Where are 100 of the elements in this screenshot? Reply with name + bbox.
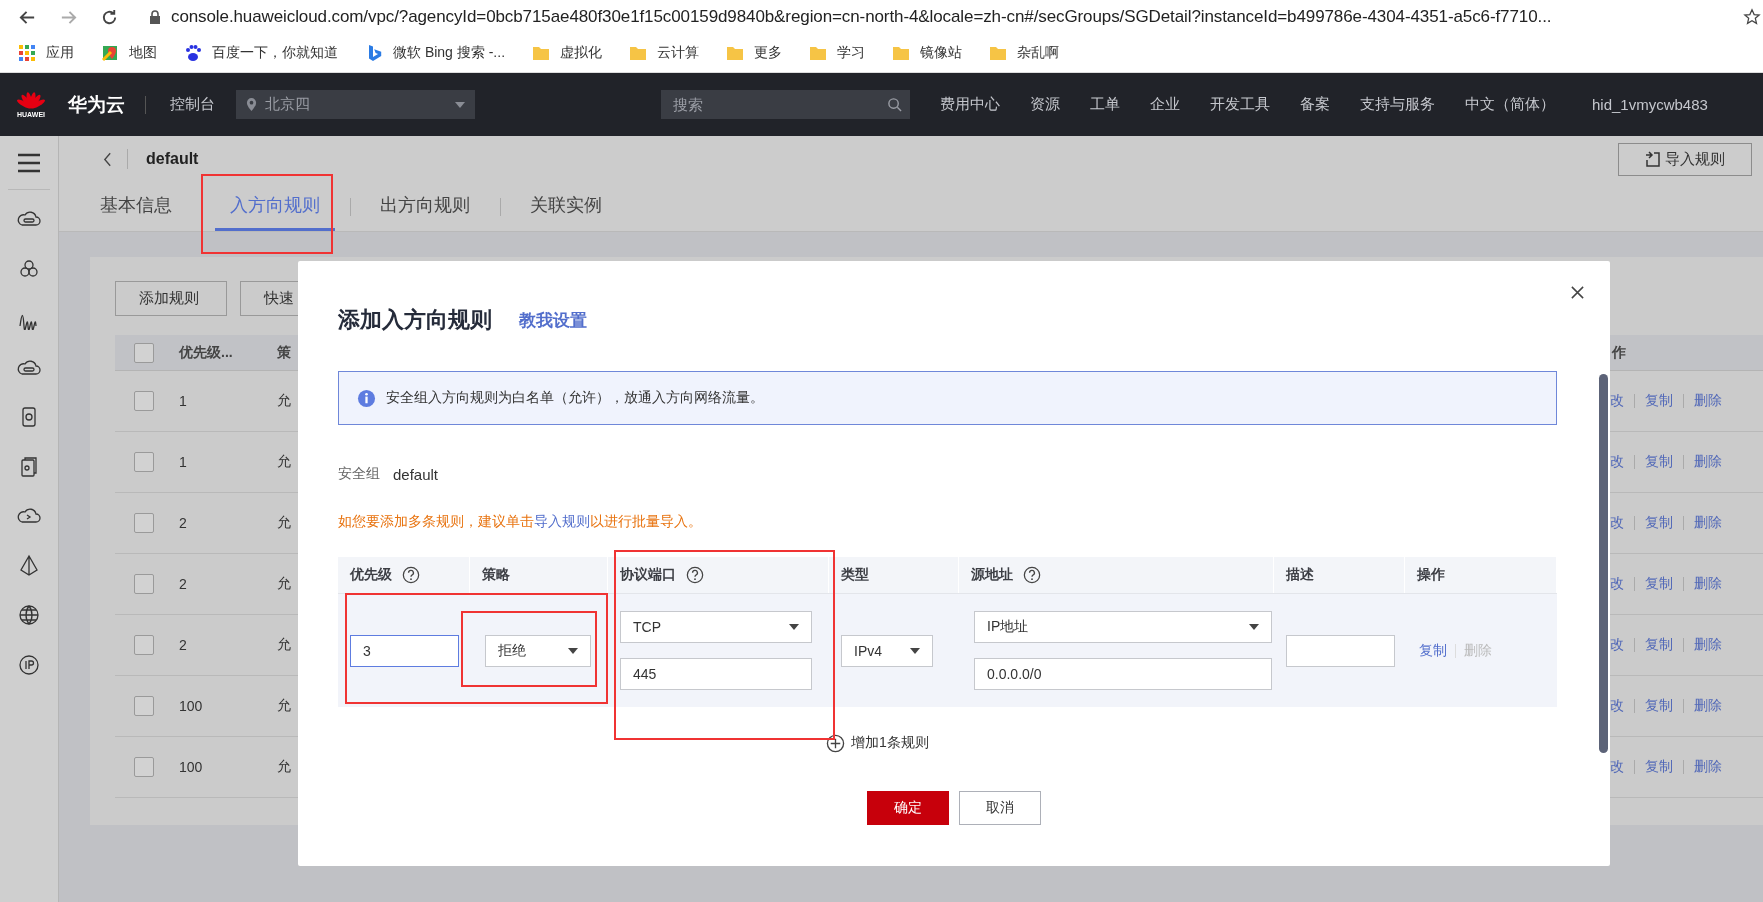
nav-link[interactable]: 企业: [1150, 95, 1180, 114]
column-header: 作: [1610, 343, 1626, 362]
checkbox[interactable]: [134, 696, 154, 716]
help-icon[interactable]: [1023, 566, 1041, 584]
bookmark-link[interactable]: 微软 Bing 搜索 -...: [393, 44, 506, 62]
console-link[interactable]: 控制台: [170, 95, 215, 114]
port-field[interactable]: 445: [620, 658, 812, 690]
bookmark-link[interactable]: 杂乱啊: [1017, 44, 1060, 62]
nav-link[interactable]: 工单: [1090, 95, 1120, 114]
type-select[interactable]: IPv4: [841, 634, 933, 667]
bookmark-link[interactable]: 云计算: [657, 44, 700, 62]
checkbox[interactable]: [134, 574, 154, 594]
caret-icon: [910, 647, 920, 654]
table-cell: 允: [277, 514, 291, 532]
paw-icon[interactable]: [184, 44, 202, 62]
bookmark-link[interactable]: 学习: [837, 44, 866, 62]
description-field[interactable]: [1286, 634, 1395, 667]
import-rules-link[interactable]: 导入规则: [534, 513, 590, 529]
star-icon[interactable]: [1743, 8, 1761, 26]
map-pin-icon[interactable]: [101, 44, 119, 62]
info-icon: [357, 388, 376, 408]
checkbox[interactable]: [134, 757, 154, 777]
menu-icon[interactable]: [17, 153, 41, 173]
column-header: 协议端口: [620, 566, 676, 584]
toolbar-button[interactable]: 添加规则: [115, 281, 227, 316]
table-cell-text: 2: [178, 515, 188, 531]
tab[interactable]: 出方向规则: [365, 182, 485, 231]
policy-select[interactable]: 拒绝: [485, 634, 591, 667]
column-header[interactable]: 优先级...: [173, 343, 277, 362]
confirm-button[interactable]: 确定: [867, 791, 949, 825]
help-icon[interactable]: [686, 566, 704, 584]
apps-grid-icon[interactable]: [18, 44, 36, 62]
source-address-field[interactable]: 0.0.0.0/0: [974, 658, 1272, 690]
column-header: 类型: [841, 566, 869, 584]
table-cell: 允: [277, 392, 291, 410]
import-icon: [1645, 151, 1661, 167]
table-cell: 允: [277, 697, 291, 715]
table-cell-text: 100: [178, 698, 204, 714]
table-cell-text: 1: [178, 393, 188, 409]
nav-link[interactable]: 费用中心: [940, 95, 1000, 114]
caret-icon: [568, 647, 578, 654]
reload-icon[interactable]: [100, 7, 119, 27]
bookmark-link[interactable]: 虚拟化: [560, 44, 603, 62]
nav-link[interactable]: 资源: [1030, 95, 1060, 114]
search-field[interactable]: 搜索: [661, 90, 910, 119]
priority-field[interactable]: 3: [350, 634, 459, 667]
help-link[interactable]: 教我设置: [519, 308, 587, 332]
nav-link[interactable]: 中文（简体）: [1465, 95, 1555, 114]
nav-link[interactable]: 备案: [1300, 95, 1330, 114]
source-select[interactable]: IP地址: [974, 611, 1272, 643]
bookmark-link[interactable]: 更多: [754, 44, 783, 62]
checkbox[interactable]: [134, 391, 154, 411]
back-icon[interactable]: [103, 151, 112, 167]
tab[interactable]: 基本信息: [85, 182, 187, 231]
help-icon[interactable]: [402, 566, 420, 584]
caret-icon: [1249, 624, 1259, 630]
table-cell: 允: [277, 636, 291, 654]
scrollbar[interactable]: [1599, 374, 1608, 753]
user-name[interactable]: hid_1vmycwb483: [1592, 96, 1708, 113]
column-header[interactable]: 策: [277, 343, 291, 362]
column-header: 优先级: [350, 566, 392, 584]
bookmark-link[interactable]: 地图: [129, 44, 157, 62]
table-cell: 允: [277, 453, 291, 471]
nav-link[interactable]: 支持与服务: [1360, 95, 1435, 114]
checkbox[interactable]: [134, 635, 154, 655]
toolbar-button[interactable]: 快速: [240, 281, 298, 316]
table-cell: 允: [277, 575, 291, 593]
close-icon[interactable]: [1570, 285, 1585, 300]
tab[interactable]: 关联实例: [515, 182, 617, 231]
globe-icon[interactable]: [17, 603, 41, 627]
dialog-title: 添加入方向规则: [338, 306, 492, 334]
bookmark-link[interactable]: 百度一下，你就知道: [212, 44, 338, 62]
bookmark-link[interactable]: 镜像站: [920, 44, 963, 62]
column-header: 描述: [1286, 566, 1314, 584]
action-link[interactable]: 复制: [1419, 641, 1447, 660]
region-select[interactable]: 北京四: [236, 90, 475, 119]
import-rules-button[interactable]: 导入规则: [1618, 142, 1752, 176]
checkbox[interactable]: [134, 452, 154, 472]
lock-icon: [149, 10, 161, 24]
nav-link[interactable]: 开发工具: [1210, 95, 1270, 114]
page-title: default: [146, 150, 199, 168]
table-cell-text: 1: [178, 454, 188, 470]
column-header: 操作: [1417, 566, 1445, 584]
add-icon[interactable]: [826, 733, 845, 753]
table-cell: 允: [277, 758, 291, 776]
hint-text: 如您要添加多条规则，建议单击导入规则以进行批量导入。: [338, 512, 703, 531]
add-rule-link[interactable]: 增加1条规则: [851, 734, 929, 752]
checkbox[interactable]: [134, 342, 154, 363]
bookmark-link[interactable]: 应用: [46, 44, 74, 62]
ip-icon[interactable]: [17, 652, 41, 677]
protocol-select[interactable]: TCP: [620, 611, 812, 643]
cancel-button[interactable]: 取消: [959, 791, 1041, 825]
caret-icon: [789, 624, 799, 630]
search-icon[interactable]: [887, 97, 902, 112]
brand-name[interactable]: 华为云: [68, 91, 125, 118]
checkbox[interactable]: [134, 513, 154, 533]
location-pin-icon: [246, 97, 257, 112]
table-cell-text: 2: [178, 576, 188, 592]
column-header: 策略: [482, 566, 510, 584]
caret-icon: [455, 101, 465, 108]
